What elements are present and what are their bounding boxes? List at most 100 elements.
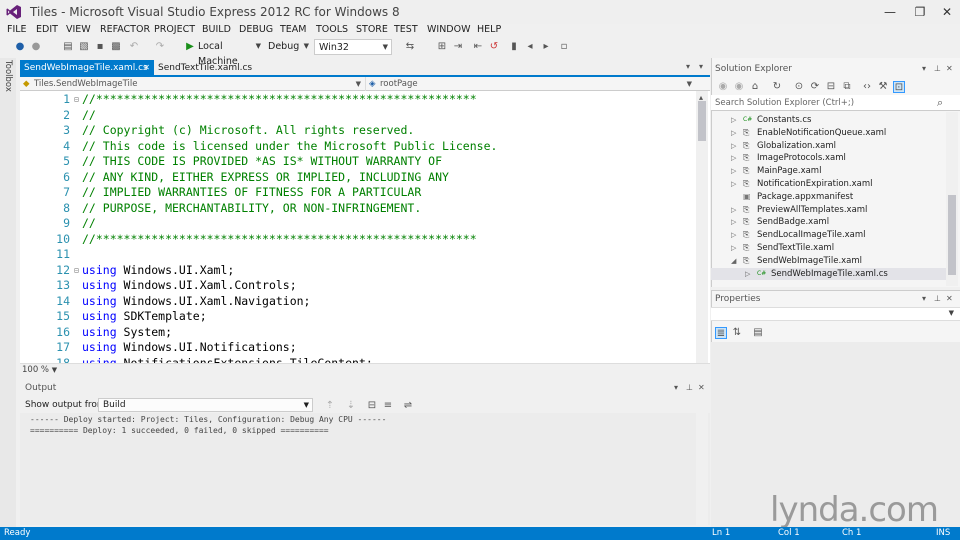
- code-line[interactable]: 9 //: [20, 216, 696, 232]
- code-line[interactable]: 11: [20, 247, 696, 263]
- solution-tree-item[interactable]: ▷ ⎘ SendTextTile.xaml: [711, 242, 947, 255]
- redo-icon[interactable]: ↷: [154, 41, 166, 53]
- indent-icon[interactable]: ⇥: [452, 41, 464, 53]
- forward-icon[interactable]: ●: [30, 41, 42, 53]
- solution-tree-item[interactable]: ▣ Package.appxmanifest: [711, 191, 947, 204]
- save-all-icon[interactable]: ▩: [110, 41, 122, 53]
- platform-dropdown[interactable]: Win32 ▼: [314, 39, 392, 55]
- menu-help[interactable]: HELP: [477, 24, 501, 35]
- panel-menu-icon[interactable]: ▾: [922, 64, 926, 73]
- solution-tree-item[interactable]: ▷ ⎘ PreviewAllTemplates.xaml: [711, 204, 947, 217]
- bookmark-next-icon[interactable]: ▸: [540, 41, 552, 53]
- close-button[interactable]: ✕: [937, 3, 957, 21]
- expand-arrow-icon[interactable]: ▷: [731, 152, 736, 165]
- menu-edit[interactable]: EDIT: [36, 24, 58, 35]
- menu-project[interactable]: PROJECT: [154, 24, 195, 35]
- configuration-dropdown[interactable]: Debug ▼: [264, 39, 312, 55]
- toggle-wrap-icon[interactable]: ⇌: [402, 400, 414, 412]
- alphabetical-icon[interactable]: ⇅: [731, 327, 743, 339]
- solution-tree-item[interactable]: ▷ ⎘ SendLocalImageTile.xaml: [711, 229, 947, 242]
- bookmark-prev-icon[interactable]: ◂: [524, 41, 536, 53]
- solution-tree-item[interactable]: ▷ C# Constants.cs: [711, 114, 947, 127]
- collapse-all-icon[interactable]: ⊟: [825, 81, 837, 93]
- split-icon[interactable]: ▴: [699, 93, 703, 102]
- zoom-level[interactable]: 100 % ▼: [22, 365, 57, 375]
- toolbox-tab[interactable]: Toolbox: [3, 60, 13, 92]
- solution-tree-item[interactable]: ▷ ⎘ SendBadge.xaml: [711, 216, 947, 229]
- pin-icon[interactable]: ⊥: [934, 64, 941, 73]
- forward-icon[interactable]: ◉: [733, 81, 745, 93]
- object-selector[interactable]: ▼: [711, 307, 960, 321]
- expand-arrow-icon[interactable]: ▷: [731, 242, 736, 255]
- solution-tree-item[interactable]: ◢ ⎘ SendWebImageTile.xaml: [711, 255, 947, 268]
- properties-icon[interactable]: ⚒: [877, 81, 889, 93]
- code-line[interactable]: 17 using Windows.UI.Notifications;: [20, 340, 696, 356]
- close-tab-icon[interactable]: ✕: [143, 60, 150, 76]
- tab-send-web-image-tile[interactable]: SendWebImageTile.xaml.cs ✕: [20, 60, 154, 76]
- property-pages-icon[interactable]: ▤: [752, 327, 764, 339]
- find-message-icon[interactable]: ⇡: [324, 400, 336, 412]
- tab-overflow-icon[interactable]: ▾: [686, 62, 690, 71]
- search-icon[interactable]: ⌕: [937, 96, 943, 110]
- solution-tree-item[interactable]: ▷ ⎘ EnableNotificationQueue.xaml: [711, 127, 947, 140]
- expand-arrow-icon[interactable]: ▷: [731, 216, 736, 229]
- home-icon[interactable]: ⌂: [749, 81, 761, 93]
- editor-horizontal-scrollbar[interactable]: [20, 363, 710, 377]
- word-wrap-icon[interactable]: ≡: [382, 400, 394, 412]
- expand-arrow-icon[interactable]: ▷: [731, 178, 736, 191]
- back-icon[interactable]: ◉: [717, 81, 729, 93]
- bookmark-icon[interactable]: ▮: [508, 41, 520, 53]
- categorized-icon[interactable]: ≣: [715, 327, 727, 339]
- close-panel-icon[interactable]: ✕: [946, 64, 953, 73]
- menu-window[interactable]: WINDOW: [427, 24, 471, 35]
- run-target-dropdown[interactable]: Local Machine ▼: [194, 39, 264, 67]
- expand-arrow-icon[interactable]: ▷: [731, 140, 736, 153]
- expand-arrow-icon[interactable]: ▷: [731, 127, 736, 140]
- member-selector[interactable]: ◈ rootPage ▼: [366, 77, 710, 91]
- code-line[interactable]: 13 using Windows.UI.Xaml.Controls;: [20, 278, 696, 294]
- expand-arrow-icon[interactable]: ▷: [731, 204, 736, 217]
- fold-toggle-icon[interactable]: ⊟: [74, 92, 79, 108]
- pending-changes-icon[interactable]: ⊙: [793, 81, 805, 93]
- tab-list-icon[interactable]: ▾: [699, 62, 703, 71]
- editor-scroll-thumb[interactable]: [698, 101, 706, 141]
- solution-tree-item[interactable]: ▷ ⎘ MainPage.xaml: [711, 165, 947, 178]
- code-line[interactable]: 15 using SDKTemplate;: [20, 309, 696, 325]
- open-file-icon[interactable]: ▧: [78, 41, 90, 53]
- code-line[interactable]: 8 // PURPOSE, MERCHANTABILITY, OR NON-INF…: [20, 201, 696, 217]
- code-line[interactable]: 12 ⊟ using Windows.UI.Xaml;: [20, 263, 696, 279]
- pin-icon[interactable]: ⊥: [934, 294, 941, 303]
- bookmark-clear-icon[interactable]: ▫: [558, 41, 570, 53]
- close-panel-icon[interactable]: ✕: [946, 294, 953, 303]
- prev-message-icon[interactable]: ⇣: [345, 400, 357, 412]
- preview-selected-icon[interactable]: ⊡: [893, 81, 905, 93]
- solution-tree-item[interactable]: ▷ ⎘ Globalization.xaml: [711, 140, 947, 153]
- output-scrollbar[interactable]: [696, 413, 708, 525]
- panel-menu-icon[interactable]: ▾: [922, 294, 926, 303]
- menu-file[interactable]: FILE: [7, 24, 27, 35]
- toggle-comment-icon[interactable]: ⊞: [436, 41, 448, 53]
- stop-icon[interactable]: ↺: [488, 41, 500, 53]
- code-line[interactable]: 6 // ANY KIND, EITHER EXPRESS OR IMPLIED,…: [20, 170, 696, 186]
- menu-debug[interactable]: DEBUG: [239, 24, 273, 35]
- code-line[interactable]: 7 // IMPLIED WARRANTIES OF FITNESS FOR A …: [20, 185, 696, 201]
- code-line[interactable]: 18 using NotificationsExtensions.TileCont…: [20, 356, 696, 364]
- find-in-files-icon[interactable]: ⇆: [404, 41, 416, 53]
- code-line[interactable]: 10 //************************************…: [20, 232, 696, 248]
- output-text-area[interactable]: ------ Deploy started: Project: Tiles, C…: [20, 413, 710, 525]
- code-line[interactable]: 1 ⊟//************************************…: [20, 92, 696, 108]
- solution-tree-item[interactable]: ▷ ⎘ ImageProtocols.xaml: [711, 152, 947, 165]
- back-icon[interactable]: ●: [14, 41, 26, 53]
- expand-arrow-icon[interactable]: ▷: [731, 165, 736, 178]
- expand-arrow-icon[interactable]: ▷: [731, 229, 736, 242]
- output-source-select[interactable]: Build ▼: [98, 398, 313, 412]
- new-project-icon[interactable]: ▤: [62, 41, 74, 53]
- solution-explorer-scroll-thumb[interactable]: [948, 195, 956, 275]
- code-line[interactable]: 2 //: [20, 108, 696, 124]
- maximize-button[interactable]: ❐: [910, 3, 930, 21]
- code-line[interactable]: 14 using Windows.UI.Xaml.Navigation;: [20, 294, 696, 310]
- menu-build[interactable]: BUILD: [202, 24, 231, 35]
- pin-icon[interactable]: ⊥: [686, 383, 693, 392]
- panel-menu-icon[interactable]: ▾: [674, 383, 678, 392]
- view-code-icon[interactable]: ‹›: [861, 81, 873, 93]
